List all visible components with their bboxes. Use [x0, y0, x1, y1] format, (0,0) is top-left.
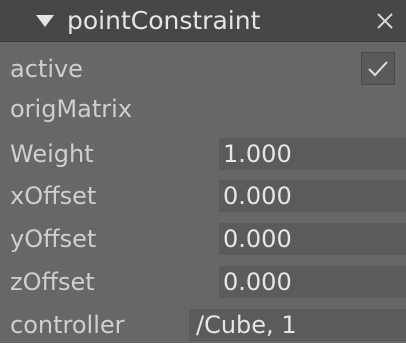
controller-field[interactable]: /Cube, 1 — [189, 309, 406, 341]
attr-label-zoffset: zOffset — [10, 268, 95, 296]
attr-row-zoffset: zOffset 0.000 — [0, 262, 406, 302]
attr-row-origmatrix: origMatrix — [0, 89, 406, 129]
collapse-triangle-icon[interactable] — [35, 14, 55, 28]
yoffset-value: 0.000 — [223, 225, 292, 253]
attr-row-xoffset: xOffset 0.000 — [0, 176, 406, 216]
attr-label-active: active — [10, 55, 83, 83]
attr-row-yoffset: yOffset 0.000 — [0, 219, 406, 259]
panel-header[interactable]: pointConstraint — [0, 0, 406, 42]
attribute-panel: pointConstraint active origMatrix Weight… — [0, 0, 406, 343]
attr-row-active: active — [0, 49, 406, 89]
attr-label-origmatrix: origMatrix — [10, 95, 133, 123]
attr-row-weight: Weight 1.000 — [0, 134, 406, 174]
active-checkbox[interactable] — [361, 52, 395, 85]
attr-label-xoffset: xOffset — [10, 182, 97, 210]
checkmark-icon — [368, 61, 388, 77]
attr-label-yoffset: yOffset — [10, 225, 97, 253]
zoffset-value: 0.000 — [223, 268, 292, 296]
xoffset-value: 0.000 — [223, 182, 292, 210]
yoffset-field[interactable]: 0.000 — [219, 223, 406, 255]
xoffset-field[interactable]: 0.000 — [219, 180, 406, 212]
attr-label-weight: Weight — [10, 140, 94, 168]
zoffset-field[interactable]: 0.000 — [219, 266, 406, 298]
weight-value: 1.000 — [223, 140, 292, 168]
attr-label-controller: controller — [10, 311, 125, 339]
attr-row-controller: controller /Cube, 1 — [0, 305, 406, 345]
close-icon[interactable] — [373, 9, 397, 33]
weight-field[interactable]: 1.000 — [219, 138, 406, 170]
panel-title: pointConstraint — [67, 6, 261, 35]
controller-value: /Cube, 1 — [196, 311, 297, 339]
